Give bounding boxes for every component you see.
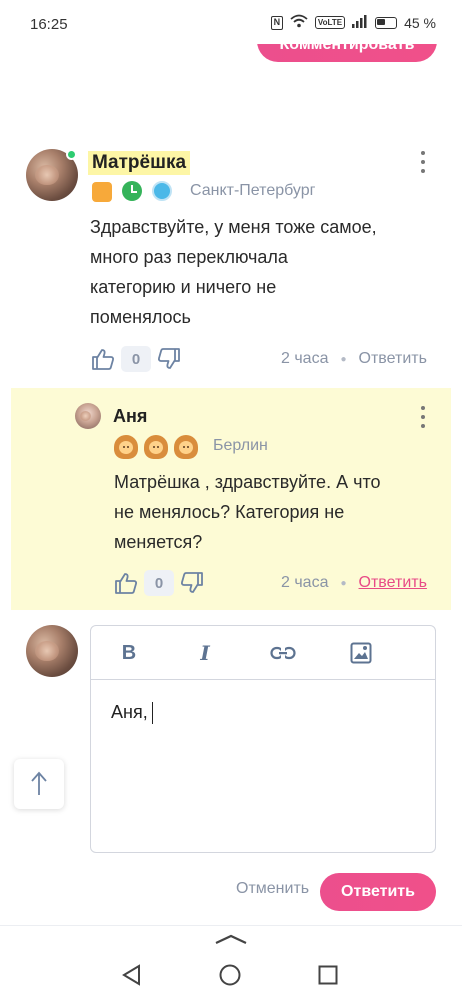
reply-city: Берлин	[213, 437, 268, 454]
chevron-up-icon[interactable]	[214, 932, 248, 950]
wifi-icon	[290, 14, 308, 31]
clock-badge-icon	[122, 181, 142, 201]
reply-text-line: Матрёшка , здравствуйте. А что	[114, 472, 381, 492]
cancel-button[interactable]: Отменить	[236, 880, 309, 898]
recents-icon[interactable]	[318, 965, 338, 990]
comment-city: Санкт-Петербург	[190, 182, 316, 199]
thumbs-down-icon[interactable]	[155, 345, 183, 373]
home-icon[interactable]	[219, 964, 241, 991]
status-icons: N VoLTE 45 %	[270, 14, 436, 31]
meta-separator: ●	[340, 577, 347, 589]
meta-separator: ●	[340, 353, 347, 365]
status-bar: 16:25 N VoLTE 45 %	[0, 0, 462, 44]
editor-toolbar: B I	[91, 626, 435, 680]
editor-text-value: Аня,	[111, 702, 148, 722]
comment-meta: 2 часа ● Ответить	[281, 350, 427, 368]
thumbs-up-icon[interactable]	[89, 345, 117, 373]
battery-percent: 45 %	[404, 14, 436, 31]
girl-emoji-icon	[174, 435, 198, 459]
link-icon[interactable]	[269, 639, 297, 667]
signal-icon	[352, 14, 368, 31]
girl-emoji-icon	[144, 435, 168, 459]
girl-emoji-icon	[114, 435, 138, 459]
nfc-icon: N	[270, 15, 283, 30]
volte-icon: VoLTE	[314, 16, 346, 29]
vote-count: 0	[121, 346, 151, 372]
reply-text-line: меняется?	[114, 532, 203, 552]
reply-avatar[interactable]	[75, 403, 101, 429]
battery-icon	[375, 16, 398, 29]
thumbs-down-icon[interactable]	[178, 569, 206, 597]
reply-link[interactable]: Ответить	[359, 574, 427, 592]
comment-text-line: категорию и ничего не	[90, 277, 277, 297]
reply-meta: 2 часа ● Ответить	[281, 574, 427, 592]
reply-vote-controls: 0	[112, 569, 206, 597]
current-user-avatar	[26, 625, 78, 677]
navigation-bar	[0, 925, 462, 1000]
text-caret	[151, 702, 154, 725]
reply-text-line: не менялось? Категория не	[114, 502, 345, 522]
online-indicator	[66, 149, 77, 160]
comment-username[interactable]: Матрёшка	[88, 151, 191, 175]
comment-text-line: много раз переключала	[90, 247, 288, 267]
more-options-icon[interactable]	[420, 151, 426, 173]
vote-controls: 0	[89, 345, 183, 373]
bold-icon[interactable]: B	[115, 639, 143, 667]
thumbs-up-icon[interactable]	[112, 569, 140, 597]
reply-username[interactable]: Аня	[113, 406, 147, 427]
reply-editor[interactable]: B I Аня,	[90, 625, 436, 853]
image-icon[interactable]	[347, 639, 375, 667]
italic-icon[interactable]: I	[191, 639, 219, 667]
scroll-to-top-button[interactable]	[14, 759, 64, 809]
reply-time: 2 часа	[281, 574, 329, 591]
submit-reply-button[interactable]: Ответить	[320, 873, 436, 911]
reply-more-options-icon[interactable]	[420, 406, 426, 428]
status-time: 16:25	[30, 16, 68, 33]
arrow-up-icon	[31, 771, 47, 795]
comment-time: 2 часа	[281, 350, 329, 367]
editor-text[interactable]: Аня,	[111, 702, 154, 725]
wave-badge-icon	[152, 181, 172, 201]
comment-text: Здравствуйте, у меня тоже самое, много р…	[90, 212, 440, 332]
comment-text-line: Здравствуйте, у меня тоже самое,	[90, 217, 377, 237]
comment-text-line: поменялось	[90, 307, 191, 327]
back-icon[interactable]	[121, 964, 143, 991]
reply-link[interactable]: Ответить	[359, 350, 427, 368]
reply-text: Матрёшка , здравствуйте. А что не меняло…	[114, 467, 444, 557]
square-badge-icon	[92, 182, 112, 202]
vote-count: 0	[144, 570, 174, 596]
